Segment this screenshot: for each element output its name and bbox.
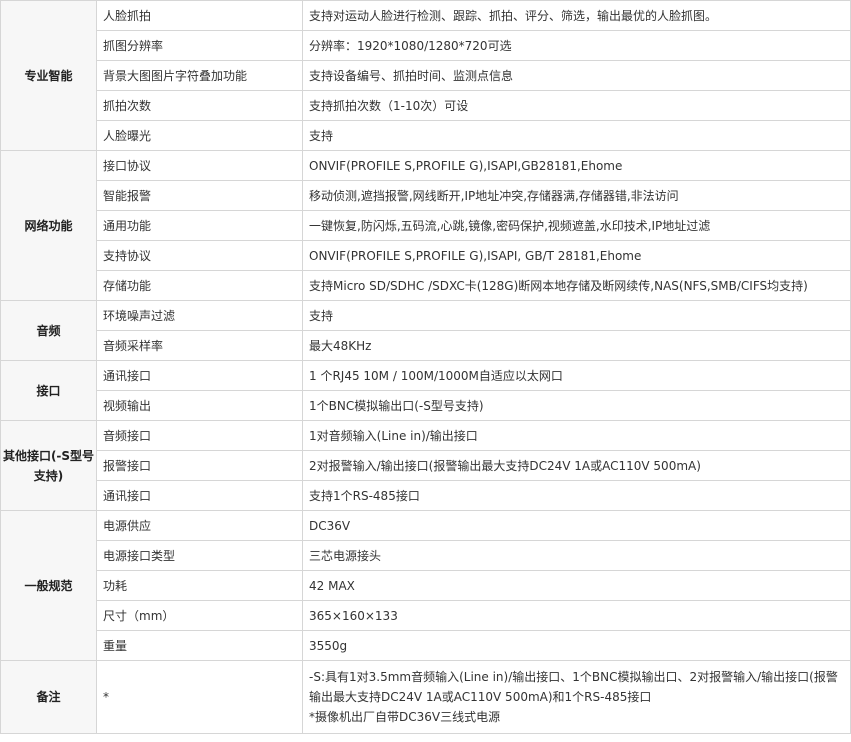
spec-name: 人脸曝光 — [96, 120, 303, 151]
spec-value: 1 个RJ45 10M / 100M/1000M自适应以太网口 — [302, 360, 851, 391]
spec-value: 支持Micro SD/SDHC /SDXC卡(128G)断网本地存储及断网续传,… — [302, 270, 851, 301]
spec-value: 支持1个RS-485接口 — [302, 480, 851, 511]
spec-name: 功耗 — [96, 570, 303, 601]
spec-value: 支持抓拍次数（1-10次）可设 — [302, 90, 851, 121]
spec-row: 抓图分辨率 分辨率：1920*1080/1280*720可选 — [1, 30, 851, 61]
spec-row: 音频 环境噪声过滤 支持 — [0, 300, 851, 361]
spec-name: 环境噪声过滤 — [96, 300, 303, 331]
spec-name: 通讯接口 — [96, 480, 303, 511]
spec-value: 支持 — [302, 300, 851, 331]
spec-row: 接口 通讯接口 1 个RJ45 10M / 100M/1000M自适应以太网口 — [0, 360, 851, 421]
spec-value: DC36V — [302, 510, 851, 541]
spec-name: 支持协议 — [96, 240, 303, 271]
spec-value: 365×160×133 — [302, 600, 851, 631]
spec-row: 背景大图图片字符叠加功能 支持设备编号、抓拍时间、监测点信息 — [1, 60, 851, 91]
spec-name: 通讯接口 — [96, 360, 303, 391]
spec-row: 支持协议 ONVIF(PROFILE S,PROFILE G),ISAPI, GB… — [1, 240, 851, 271]
notes-line-2: *摄像机出厂自带DC36V三线式电源 — [309, 710, 501, 724]
spec-name: 音频采样率 — [96, 330, 303, 361]
spec-value: 移动侦测,遮挡报警,网线断开,IP地址冲突,存储器满,存储器错,非法访问 — [302, 180, 851, 211]
spec-row: 视频输出 1个BNC模拟输出口(-S型号支持) — [1, 390, 851, 421]
spec-table: 专业智能 人脸抓拍 支持对运动人脸进行检测、跟踪、抓拍、评分、筛选，输出最优的人脸抓… — [0, 0, 851, 734]
spec-value: 3550g — [302, 630, 851, 661]
spec-row: 人脸曝光 支持 — [1, 120, 851, 151]
spec-name: 智能报警 — [96, 180, 303, 211]
spec-name: 尺寸（mm） — [96, 600, 303, 631]
notes-row: 备注 * -S:具有1对3.5mm音频输入(Line in)/输出接口、1个BNC模… — [0, 660, 851, 734]
spec-value: 一键恢复,防闪烁,五码流,心跳,镜像,密码保护,视频遮盖,水印技术,IP地址过滤 — [302, 210, 851, 241]
spec-name: 音频接口 — [96, 420, 303, 451]
spec-value: 支持设备编号、抓拍时间、监测点信息 — [302, 60, 851, 91]
notes-marker: * — [96, 660, 303, 734]
spec-row: 音频采样率 最大48KHz — [1, 330, 851, 361]
notes-value: -S:具有1对3.5mm音频输入(Line in)/输出接口、1个BNC模拟输出… — [302, 660, 851, 734]
spec-value: 三芯电源接头 — [302, 540, 851, 571]
spec-row: 抓拍次数 支持抓拍次数（1-10次）可设 — [1, 90, 851, 121]
spec-name: 存储功能 — [96, 270, 303, 301]
spec-row: 尺寸（mm） 365×160×133 — [1, 600, 851, 631]
section-category: 其他接口(-S型号支持) — [0, 420, 97, 511]
section-category: 接口 — [0, 360, 97, 421]
spec-row: 重量 3550g — [1, 630, 851, 661]
spec-row: 功耗 42 MAX — [1, 570, 851, 601]
spec-name: 电源接口类型 — [96, 540, 303, 571]
spec-row: 智能报警 移动侦测,遮挡报警,网线断开,IP地址冲突,存储器满,存储器错,非法访问 — [1, 180, 851, 211]
spec-value: 1对音频输入(Line in)/输出接口 — [302, 420, 851, 451]
spec-value: 支持对运动人脸进行检测、跟踪、抓拍、评分、筛选，输出最优的人脸抓图。 — [302, 0, 851, 31]
spec-row: 一般规范 电源供应 DC36V — [0, 510, 851, 661]
section-category: 音频 — [0, 300, 97, 361]
section-category: 网络功能 — [0, 150, 97, 301]
spec-row: 通讯接口 支持1个RS-485接口 — [1, 480, 851, 511]
spec-name: 通用功能 — [96, 210, 303, 241]
spec-value: ONVIF(PROFILE S,PROFILE G),ISAPI, GB/T 2… — [302, 240, 851, 271]
spec-row: 通用功能 一键恢复,防闪烁,五码流,心跳,镜像,密码保护,视频遮盖,水印技术,IP… — [1, 210, 851, 241]
section-category: 一般规范 — [0, 510, 97, 661]
spec-table-body: 专业智能 人脸抓拍 支持对运动人脸进行检测、跟踪、抓拍、评分、筛选，输出最优的人脸抓… — [0, 0, 851, 734]
spec-name: 背景大图图片字符叠加功能 — [96, 60, 303, 91]
spec-value: 分辨率：1920*1080/1280*720可选 — [302, 30, 851, 61]
spec-name: 抓图分辨率 — [96, 30, 303, 61]
spec-name: 重量 — [96, 630, 303, 661]
spec-value: 42 MAX — [302, 570, 851, 601]
spec-value: 2对报警输入/输出接口(报警输出最大支持DC24V 1A或AC110V 500m… — [302, 450, 851, 481]
spec-name: 报警接口 — [96, 450, 303, 481]
spec-value: 最大48KHz — [302, 330, 851, 361]
spec-name: 抓拍次数 — [96, 90, 303, 121]
spec-row: 电源接口类型 三芯电源接头 — [1, 540, 851, 571]
spec-name: 人脸抓拍 — [96, 0, 303, 31]
spec-row: 专业智能 人脸抓拍 支持对运动人脸进行检测、跟踪、抓拍、评分、筛选，输出最优的人脸抓… — [0, 0, 851, 151]
spec-name: 接口协议 — [96, 150, 303, 181]
notes-text: -S:具有1对3.5mm音频输入(Line in)/输出接口、1个BNC模拟输出… — [309, 663, 850, 731]
spec-value: ONVIF(PROFILE S,PROFILE G),ISAPI,GB28181… — [302, 150, 851, 181]
spec-name: 视频输出 — [96, 390, 303, 421]
spec-row: 其他接口(-S型号支持) 音频接口 1对音频输入(Line in)/输出接口 — [0, 420, 851, 511]
spec-row: 网络功能 接口协议 ONVIF(PROFILE S,PROFILE G),ISAPI… — [0, 150, 851, 301]
section-category: 专业智能 — [0, 0, 97, 151]
spec-row: 报警接口 2对报警输入/输出接口(报警输出最大支持DC24V 1A或AC110V … — [1, 450, 851, 481]
notes-line-1: -S:具有1对3.5mm音频输入(Line in)/输出接口、1个BNC模拟输出… — [309, 670, 838, 704]
spec-value: 1个BNC模拟输出口(-S型号支持) — [302, 390, 851, 421]
spec-row: 存储功能 支持Micro SD/SDHC /SDXC卡(128G)断网本地存储及断… — [1, 270, 851, 301]
spec-value: 支持 — [302, 120, 851, 151]
spec-name: 电源供应 — [96, 510, 303, 541]
notes-category: 备注 — [0, 660, 97, 734]
